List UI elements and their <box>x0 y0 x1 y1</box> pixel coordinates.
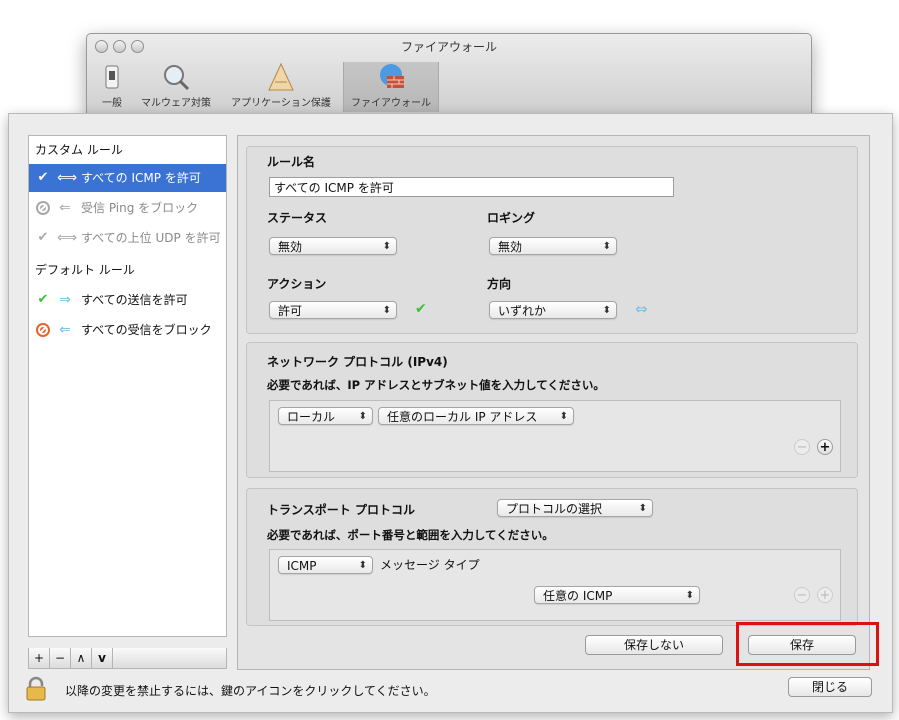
message-type-value: 任意の ICMP <box>543 589 613 603</box>
rule-item-allow-all-icmp[interactable]: ✔ ⟺ すべての ICMP を許可 <box>29 164 226 192</box>
check-icon: ✔ <box>37 170 49 185</box>
lock-icon[interactable] <box>25 676 47 702</box>
add-rule-button[interactable]: + <box>29 648 50 668</box>
toolbar-antimalware[interactable]: マルウェア対策 <box>135 62 217 112</box>
allow-check-icon: ✔ <box>415 301 427 317</box>
incoming-arrow-icon: ⇐ <box>59 200 71 216</box>
remove-port-button[interactable]: − <box>794 587 810 603</box>
direction-label: 方向 <box>487 277 512 291</box>
outgoing-arrow-icon: ⇒ <box>59 292 71 308</box>
popup-arrows-icon: ⬍ <box>382 305 391 316</box>
popup-arrows-icon: ⬍ <box>358 560 367 571</box>
preferences-window: ファイアウォール 一般 マルウェア対策 アプリケーション保護 ファイアウォール <box>86 33 812 115</box>
popup-arrows-icon: ⬍ <box>559 411 568 422</box>
bidirectional-arrow-icon: ⇔ <box>635 300 648 318</box>
rule-item-block-all-incoming[interactable]: ⇐ すべての受信をブロック <box>29 316 226 344</box>
toolbar-app-protection[interactable]: アプリケーション保護 <box>221 62 341 112</box>
toolbar-label: アプリケーション保護 <box>231 98 331 109</box>
scope-value: ローカル <box>287 410 336 424</box>
network-protocol-title: ネットワーク プロトコル (IPv4) <box>267 355 448 369</box>
logging-popup[interactable]: 無効 ⬍ <box>489 237 617 255</box>
close-button[interactable]: 閉じる <box>788 677 872 697</box>
toolbar-label: マルウェア対策 <box>141 98 211 109</box>
block-icon <box>35 322 51 338</box>
address-value: 任意のローカル IP アドレス <box>387 410 538 424</box>
rule-item-label: 受信 Ping をブロック <box>81 201 199 215</box>
app-protection-icon <box>266 62 296 92</box>
icmp-protocol-popup[interactable]: ICMP ⬍ <box>278 556 373 574</box>
transport-port-box: ICMP ⬍ メッセージ タイプ 任意の ICMP ⬍ − + <box>269 549 841 621</box>
window-title: ファイアウォール <box>400 40 497 54</box>
rule-list[interactable]: カスタム ルール ✔ ⟺ すべての ICMP を許可 ⇐ 受信 Ping をブロ… <box>28 135 227 637</box>
logging-label: ロギング <box>487 211 536 225</box>
message-type-label: メッセージ タイプ <box>380 558 480 572</box>
rule-item-label: すべての受信をブロック <box>81 323 212 337</box>
direction-value: いずれか <box>498 304 547 318</box>
remove-rule-button[interactable]: − <box>50 648 71 668</box>
protocol-select-popup[interactable]: プロトコルの選択 ⬍ <box>497 499 653 517</box>
switch-icon <box>97 62 127 92</box>
rule-name-label: ルール名 <box>267 155 316 169</box>
rule-item-allow-all-outgoing[interactable]: ✔ ⇒ すべての送信を許可 <box>29 286 226 314</box>
action-value: 許可 <box>278 304 303 318</box>
action-popup[interactable]: 許可 ⬍ <box>269 301 397 319</box>
move-up-button[interactable]: ∧ <box>71 648 92 668</box>
status-label: ステータス <box>267 211 328 225</box>
address-popup[interactable]: 任意のローカル IP アドレス ⬍ <box>378 407 574 425</box>
rule-settings-group: ルール名 すべての ICMP を許可 ステータス 無効 ⬍ ロギング 無効 ⬍ … <box>246 146 858 334</box>
status-value: 無効 <box>278 240 303 254</box>
rule-name-field[interactable]: すべての ICMP を許可 <box>269 177 674 197</box>
transport-protocol-title: トランスポート プロトコル <box>267 503 415 517</box>
add-port-button[interactable]: + <box>817 587 833 603</box>
popup-arrows-icon: ⬍ <box>358 411 367 422</box>
rule-item-label: すべての送信を許可 <box>81 293 188 307</box>
rule-item-allow-upper-udp[interactable]: ✔ ⟺ すべての上位 UDP を許可 <box>29 224 226 252</box>
popup-arrows-icon: ⬍ <box>382 241 391 252</box>
bidirectional-arrow-icon: ⟺ <box>57 170 78 186</box>
scope-popup[interactable]: ローカル ⬍ <box>278 407 373 425</box>
toolbar-label: ファイアウォール <box>351 98 431 109</box>
protocol-select-value: プロトコルの選択 <box>506 502 603 516</box>
firewall-icon <box>376 62 406 92</box>
rule-detail-pane: ルール名 すべての ICMP を許可 ステータス 無効 ⬍ ロギング 無効 ⬍ … <box>237 135 870 670</box>
network-protocol-group: ネットワーク プロトコル (IPv4) 必要であれば、IP アドレスとサブネット… <box>246 342 858 478</box>
incoming-arrow-icon: ⇐ <box>59 322 71 338</box>
popup-arrows-icon: ⬍ <box>638 503 647 514</box>
toolbar-general[interactable]: 一般 <box>93 62 131 112</box>
logging-value: 無効 <box>498 240 523 254</box>
rule-item-label: すべての ICMP を許可 <box>81 171 201 185</box>
magnifier-icon <box>161 62 191 92</box>
status-popup[interactable]: 無効 ⬍ <box>269 237 397 255</box>
protocol-value: ICMP <box>287 559 317 573</box>
rule-item-block-incoming-ping[interactable]: ⇐ 受信 Ping をブロック <box>29 194 226 222</box>
lock-hint-text: 以降の変更を禁止するには、鍵のアイコンをクリックしてください。 <box>65 684 436 698</box>
toolbar-firewall[interactable]: ファイアウォール <box>343 62 439 112</box>
direction-popup[interactable]: いずれか ⬍ <box>489 301 617 319</box>
rule-editor-sheet: カスタム ルール ✔ ⟺ すべての ICMP を許可 ⇐ 受信 Ping をブロ… <box>8 113 893 713</box>
rule-list-toolbar: + − ∧ v <box>28 648 227 669</box>
transport-hint: 必要であれば、ポート番号と範囲を入力してください。 <box>267 528 554 542</box>
popup-arrows-icon: ⬍ <box>602 241 611 252</box>
move-down-button[interactable]: v <box>92 648 113 668</box>
add-address-button[interactable]: + <box>817 439 833 455</box>
action-label: アクション <box>267 277 327 291</box>
remove-address-button[interactable]: − <box>794 439 810 455</box>
transport-protocol-group: トランスポート プロトコル プロトコルの選択 ⬍ 必要であれば、ポート番号と範囲… <box>246 488 858 626</box>
bidirectional-arrow-icon: ⟺ <box>57 230 78 246</box>
rule-item-label: すべての上位 UDP を許可 <box>81 231 221 245</box>
dont-save-button[interactable]: 保存しない <box>585 635 723 655</box>
popup-arrows-icon: ⬍ <box>685 590 694 601</box>
save-button-highlight <box>736 622 879 666</box>
check-icon: ✔ <box>37 230 49 245</box>
popup-arrows-icon: ⬍ <box>602 305 611 316</box>
toolbar-label: 一般 <box>102 98 122 109</box>
network-hint: 必要であれば、IP アドレスとサブネット値を入力してください。 <box>267 378 605 392</box>
check-icon: ✔ <box>37 292 49 307</box>
block-icon <box>35 200 51 216</box>
network-address-box: ローカル ⬍ 任意のローカル IP アドレス ⬍ − + <box>269 400 841 472</box>
message-type-popup[interactable]: 任意の ICMP ⬍ <box>534 586 700 604</box>
default-rules-header: デフォルト ルール <box>35 263 135 277</box>
custom-rules-header: カスタム ルール <box>35 143 123 157</box>
